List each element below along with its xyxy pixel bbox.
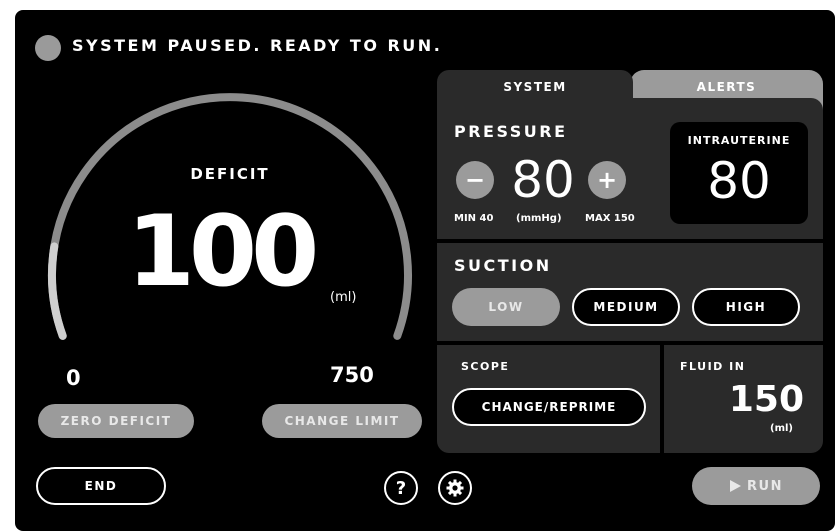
play-icon <box>730 480 742 492</box>
run-button[interactable]: RUN <box>692 467 820 505</box>
end-button[interactable]: END <box>36 467 166 505</box>
deficit-value: 100 <box>126 195 320 309</box>
help-button[interactable]: ? <box>384 471 418 505</box>
deficit-label: DEFICIT <box>190 165 270 183</box>
fluid-in-value: 150 <box>728 379 804 420</box>
pressure-min-label: MIN 40 <box>454 213 494 224</box>
gauge-fill <box>47 242 67 340</box>
pressure-value: 80 <box>511 151 575 209</box>
change-reprime-button[interactable]: CHANGE/REPRIME <box>452 388 646 426</box>
pressure-max-label: MAX 150 <box>585 213 635 224</box>
status-indicator <box>35 35 61 61</box>
screen: SYSTEM PAUSED. READY TO RUN. DEFICIT 100… <box>0 0 836 531</box>
suction-high-button[interactable]: HIGH <box>692 288 800 326</box>
gear-icon <box>446 479 464 497</box>
zero-deficit-button[interactable]: ZERO DEFICIT <box>38 404 194 438</box>
pressure-title: PRESSURE <box>454 122 568 141</box>
gauge-max-label: 750 <box>330 363 374 387</box>
pressure-decrease-button[interactable]: − <box>456 161 494 199</box>
pressure-unit-label: (mmHg) <box>516 213 562 224</box>
status-text: SYSTEM PAUSED. READY TO RUN. <box>72 36 443 55</box>
deficit-unit: (ml) <box>330 290 357 305</box>
change-limit-button[interactable]: CHANGE LIMIT <box>262 404 422 438</box>
pressure-increase-button[interactable]: + <box>588 161 626 199</box>
fluid-in-title: FLUID IN <box>680 360 746 373</box>
intrauterine-value: 80 <box>707 152 771 210</box>
suction-medium-button[interactable]: MEDIUM <box>572 288 680 326</box>
suction-low-button[interactable]: LOW <box>452 288 560 326</box>
settings-button[interactable] <box>438 471 472 505</box>
run-label: RUN <box>747 478 783 494</box>
fluid-in-unit: (ml) <box>770 423 793 434</box>
suction-title: SUCTION <box>454 256 552 275</box>
gauge-min-label: 0 <box>66 366 81 390</box>
scope-title: SCOPE <box>461 360 510 373</box>
intrauterine-label: INTRAUTERINE <box>687 134 791 147</box>
